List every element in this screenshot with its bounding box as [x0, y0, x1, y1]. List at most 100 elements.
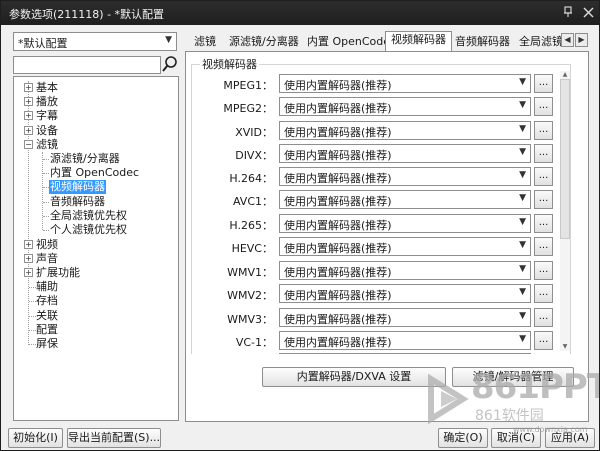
label-divx: DIVX：: [235, 149, 273, 162]
label-h265: H.265：: [229, 219, 273, 232]
select-hevc[interactable]: 使用内置解码器(推荐) ▼: [279, 237, 531, 256]
tree-item-extensions[interactable]: 扩展功能: [35, 266, 81, 280]
chevron-down-icon: ▼: [519, 240, 526, 250]
label-vc1: VC-1：: [235, 336, 273, 349]
chevron-down-icon: ▼: [519, 124, 526, 134]
init-button[interactable]: 初始化(I): [8, 428, 63, 448]
tab-source-filters[interactable]: 源滤镜/分离器: [223, 33, 305, 51]
more-button-vc1[interactable]: ...: [534, 331, 553, 350]
select-wmv1[interactable]: 使用内置解码器(推荐) ▼: [279, 261, 531, 280]
tab-scroll-left-icon[interactable]: ◀: [561, 33, 574, 47]
dxva-settings-button[interactable]: 内置解码器/DXVA 设置: [262, 367, 446, 387]
panel-scrollbar[interactable]: ▲ ▼: [560, 71, 570, 351]
expand-icon[interactable]: +: [24, 111, 33, 120]
profile-select[interactable]: *默认配置 ▼: [13, 32, 177, 51]
chevron-down-icon: ▼: [519, 147, 526, 157]
more-button-h264[interactable]: ...: [534, 167, 553, 186]
pin-icon[interactable]: [559, 4, 577, 21]
tab-filters[interactable]: 滤镜: [188, 33, 222, 51]
select-divx[interactable]: 使用内置解码器(推荐) ▼: [279, 144, 531, 163]
close-icon[interactable]: [579, 4, 597, 21]
filter-manager-button[interactable]: 滤镜/解码器管理: [452, 367, 574, 387]
more-button-wmv3[interactable]: ...: [534, 308, 553, 327]
label-wmv2: WMV2：: [227, 289, 273, 302]
label-hevc: HEVC：: [231, 242, 273, 255]
tree-item-audio[interactable]: 声音: [35, 252, 59, 266]
tab-video-decoders[interactable]: 视频解码器: [385, 31, 452, 51]
window-title: 参数选项(211118) - *默认配置: [9, 8, 165, 21]
tree-item-config[interactable]: 配置: [35, 323, 59, 337]
cancel-button[interactable]: 取消(C): [491, 428, 541, 448]
tree-item-basic[interactable]: 基本: [35, 81, 59, 95]
tab-audio-decoders[interactable]: 音频解码器: [449, 33, 516, 51]
tree-item-video-decoders[interactable]: 视频解码器: [49, 180, 106, 194]
tree-item-assist[interactable]: 辅助: [35, 280, 59, 294]
select-value: 使用内置解码器(推荐): [284, 172, 392, 185]
select-avc1[interactable]: 使用内置解码器(推荐) ▼: [279, 190, 531, 209]
select-value: 使用内置解码器(推荐): [284, 195, 392, 208]
partial-row: [279, 353, 531, 355]
scroll-thumb[interactable]: [560, 79, 570, 239]
more-button-xvid[interactable]: ...: [534, 121, 553, 140]
chevron-down-icon: ▼: [519, 217, 526, 227]
search-input[interactable]: [13, 56, 161, 74]
select-vc1[interactable]: 使用内置解码器(推荐) ▼: [279, 331, 531, 350]
tree-item-video[interactable]: 视频: [35, 238, 59, 252]
title-bar[interactable]: 参数选项(211118) - *默认配置: [1, 1, 599, 25]
select-h265[interactable]: 使用内置解码器(推荐) ▼: [279, 214, 531, 233]
search-icon[interactable]: [161, 54, 179, 74]
ok-button[interactable]: 确定(O): [438, 428, 488, 448]
tree-item-association[interactable]: 关联: [35, 309, 59, 323]
select-value: 使用内置解码器(推荐): [284, 289, 392, 302]
tab-bar: 滤镜 源滤镜/分离器 内置 OpenCodec 视频解码器 音频解码器 全局滤镜: [185, 31, 589, 51]
chevron-down-icon: ▼: [519, 170, 526, 180]
select-value: 使用内置解码器(推荐): [284, 126, 392, 139]
select-value: 使用内置解码器(推荐): [284, 242, 392, 255]
more-button-mpeg1[interactable]: ...: [534, 74, 553, 93]
select-mpeg1[interactable]: 使用内置解码器(推荐) ▼: [279, 74, 531, 93]
select-mpeg2[interactable]: 使用内置解码器(推荐) ▼: [279, 97, 531, 116]
select-xvid[interactable]: 使用内置解码器(推荐) ▼: [279, 121, 531, 140]
label-wmv1: WMV1：: [227, 266, 273, 279]
collapse-icon[interactable]: −: [24, 140, 33, 149]
expand-icon[interactable]: +: [24, 83, 33, 92]
tab-scroll-right-icon[interactable]: ▶: [575, 33, 588, 47]
tree-item-screensaver[interactable]: 屏保: [35, 337, 59, 351]
tree-item-source-filters[interactable]: 源滤镜/分离器: [49, 152, 121, 166]
tree-item-personal-filter-priority[interactable]: 个人滤镜优先权: [49, 223, 128, 237]
tree-item-audio-decoders[interactable]: 音频解码器: [49, 195, 106, 209]
export-config-button[interactable]: 导出当前配置(S)...: [67, 428, 161, 448]
expand-icon[interactable]: +: [24, 126, 33, 135]
more-button-h265[interactable]: ...: [534, 214, 553, 233]
expand-icon[interactable]: +: [24, 240, 33, 249]
expand-icon[interactable]: +: [24, 268, 33, 277]
more-button-avc1[interactable]: ...: [534, 190, 553, 209]
tree-item-filters[interactable]: 滤镜: [35, 138, 59, 152]
apply-button[interactable]: 应用(A): [545, 428, 595, 448]
label-xvid: XVID：: [235, 126, 273, 139]
label-wmv3: WMV3：: [227, 313, 273, 326]
select-h264[interactable]: 使用内置解码器(推荐) ▼: [279, 167, 531, 186]
more-button-wmv1[interactable]: ...: [534, 261, 553, 280]
select-wmv2[interactable]: 使用内置解码器(推荐) ▼: [279, 284, 531, 303]
tree-item-subtitles[interactable]: 字幕: [35, 109, 59, 123]
more-button-wmv2[interactable]: ...: [534, 284, 553, 303]
chevron-down-icon: ▼: [519, 334, 526, 344]
tree-item-global-filter-priority[interactable]: 全局滤镜优先权: [49, 209, 128, 223]
scroll-up-icon[interactable]: ▲: [560, 71, 570, 79]
expand-icon[interactable]: +: [24, 254, 33, 263]
settings-tree: + + + + − + + + 基本 播放 字幕 设备 滤镜 源滤镜/分离器 内…: [13, 76, 179, 421]
tree-item-playback[interactable]: 播放: [35, 95, 59, 109]
select-wmv3[interactable]: 使用内置解码器(推荐) ▼: [279, 308, 531, 327]
select-value: 使用内置解码器(推荐): [284, 266, 392, 279]
more-button-hevc[interactable]: ...: [534, 237, 553, 256]
tree-item-opencodec[interactable]: 内置 OpenCodec: [49, 166, 140, 180]
tree-item-devices[interactable]: 设备: [35, 124, 59, 138]
expand-icon[interactable]: +: [24, 97, 33, 106]
label-mpeg2: MPEG2：: [223, 102, 273, 115]
scroll-down-icon[interactable]: ▼: [560, 343, 570, 351]
tree-item-archive[interactable]: 存档: [35, 294, 59, 308]
label-avc1: AVC1：: [232, 195, 273, 208]
more-button-divx[interactable]: ...: [534, 144, 553, 163]
more-button-mpeg2[interactable]: ...: [534, 97, 553, 116]
